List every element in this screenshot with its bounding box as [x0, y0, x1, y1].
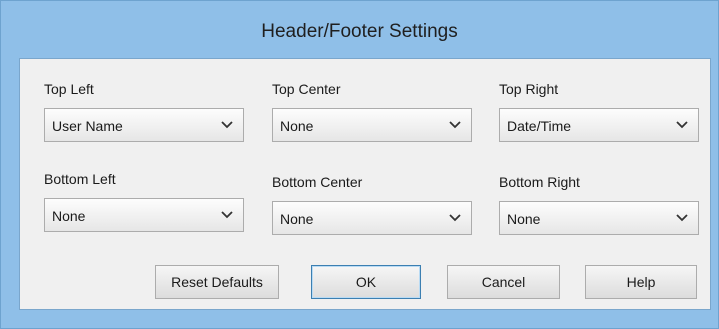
bottom-center-select[interactable]: None — [272, 201, 472, 235]
top-center-value: None — [280, 118, 314, 134]
chevron-down-icon — [676, 121, 688, 129]
chevron-down-icon — [221, 211, 233, 219]
top-left-value: User Name — [52, 118, 123, 134]
bottom-left-label: Bottom Left — [44, 171, 116, 187]
bottom-left-value: None — [52, 208, 86, 224]
bottom-right-value: None — [507, 211, 541, 227]
help-button[interactable]: Help — [585, 265, 697, 299]
top-right-value: Date/Time — [507, 118, 572, 134]
bottom-center-label: Bottom Center — [272, 174, 363, 190]
bottom-left-select[interactable]: None — [44, 198, 244, 232]
reset-defaults-button[interactable]: Reset Defaults — [155, 265, 279, 299]
top-right-select[interactable]: Date/Time — [499, 108, 699, 142]
chevron-down-icon — [449, 214, 461, 222]
bottom-right-select[interactable]: None — [499, 201, 699, 235]
title-bar[interactable]: Header/Footer Settings — [1, 1, 718, 57]
bottom-right-label: Bottom Right — [499, 174, 580, 190]
dialog-body: Top Left User Name Top Center None Top R… — [19, 58, 711, 310]
ok-button[interactable]: OK — [311, 265, 421, 299]
dialog-window: Header/Footer Settings Top Left User Nam… — [0, 0, 719, 329]
cancel-button[interactable]: Cancel — [447, 265, 560, 299]
dialog-title: Header/Footer Settings — [261, 21, 458, 42]
top-left-select[interactable]: User Name — [44, 108, 244, 142]
bottom-center-value: None — [280, 211, 314, 227]
chevron-down-icon — [676, 214, 688, 222]
top-center-label: Top Center — [272, 81, 341, 97]
top-left-label: Top Left — [44, 81, 94, 97]
top-right-label: Top Right — [499, 81, 559, 97]
chevron-down-icon — [221, 121, 233, 129]
chevron-down-icon — [449, 121, 461, 129]
top-center-select[interactable]: None — [272, 108, 472, 142]
